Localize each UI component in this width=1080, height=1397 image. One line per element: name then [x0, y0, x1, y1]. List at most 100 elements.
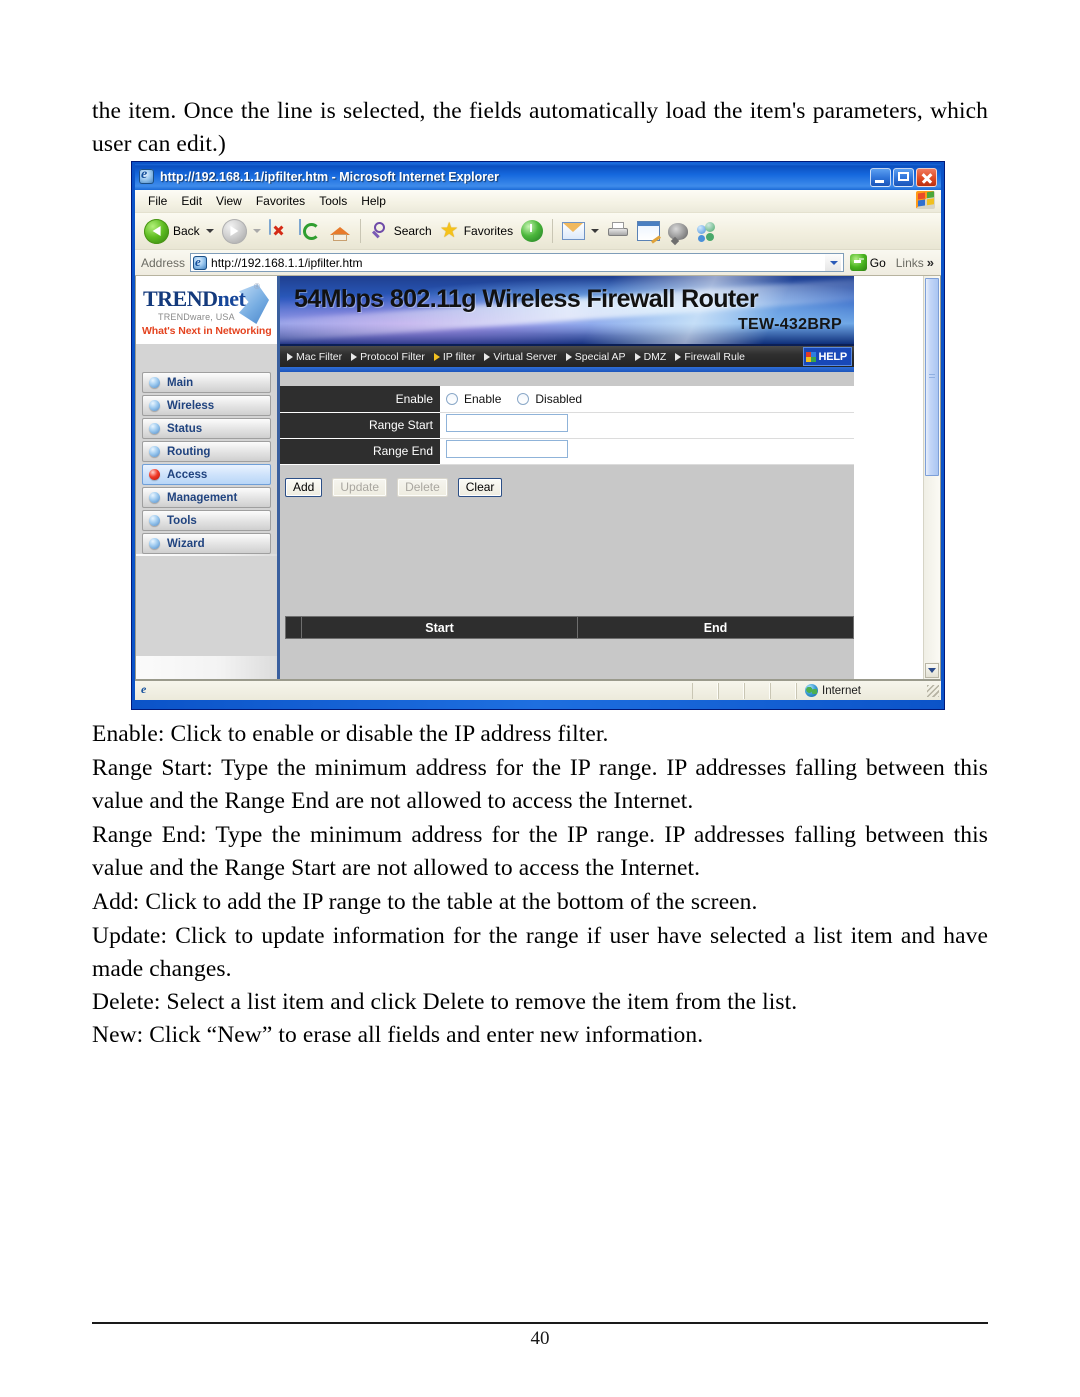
range-start-input[interactable]	[446, 413, 568, 432]
resize-grip[interactable]	[927, 684, 939, 697]
discuss-icon	[668, 222, 689, 240]
clear-button[interactable]: Clear	[457, 478, 503, 497]
forward-icon	[221, 218, 247, 244]
forward-dropdown-icon	[252, 229, 261, 233]
nav-item-dmz[interactable]: DMZ	[634, 351, 666, 363]
address-label: Address	[141, 255, 186, 270]
radio-disabled[interactable]	[517, 392, 530, 405]
discuss-button[interactable]	[664, 221, 692, 242]
stop-button[interactable]	[265, 218, 295, 244]
paragraph-new: New: Click “New” to erase all fields and…	[92, 1022, 704, 1048]
edit-icon	[637, 221, 661, 241]
status-segment	[770, 682, 796, 699]
toolbar-divider	[359, 219, 361, 243]
sidebar-item-label: Routing	[167, 445, 211, 458]
menu-item-file[interactable]: File	[141, 192, 174, 210]
nav-item-special-ap[interactable]: Special AP	[565, 351, 626, 363]
back-icon	[144, 218, 169, 244]
messenger-button[interactable]	[692, 220, 721, 243]
brand-tagline: What's Next in Networking	[142, 325, 272, 337]
window-title: http://192.168.1.1/ipfilter.htm - Micros…	[160, 170, 499, 184]
router-right-column: 54Mbps 802.11g Wireless Firewall Router …	[280, 276, 854, 679]
search-label: Search	[393, 224, 432, 238]
address-bar: Address http://192.168.1.1/ipfilter.htm …	[135, 250, 941, 276]
help-button[interactable]: HELP	[803, 347, 852, 366]
nav-item-label: Virtual Server	[493, 350, 557, 363]
bullet-icon	[149, 400, 160, 411]
security-zone[interactable]: Internet	[796, 682, 924, 699]
search-button[interactable]: Search	[366, 219, 436, 243]
bullet-icon	[149, 446, 160, 457]
stop-icon	[268, 219, 291, 242]
paragraph-range-start: Range Start: Type the minimum address fo…	[92, 755, 988, 814]
address-input[interactable]: http://192.168.1.1/ipfilter.htm	[190, 253, 844, 272]
menu-item-edit[interactable]: Edit	[174, 192, 209, 210]
add-button[interactable]: Add	[285, 478, 323, 497]
refresh-button[interactable]	[295, 218, 325, 244]
vertical-scrollbar[interactable]	[923, 276, 940, 679]
menu-bar: File Edit View Favorites Tools Help	[135, 190, 941, 213]
scroll-down-button[interactable]	[925, 663, 939, 678]
nav-item-protocol-filter[interactable]: Protocol Filter	[351, 351, 425, 363]
sidebar-item-wizard[interactable]: Wizard	[142, 533, 271, 554]
sidebar-filler	[136, 556, 277, 656]
windows-flag-icon	[916, 191, 935, 209]
history-icon	[521, 220, 544, 242]
sidebar-item-status[interactable]: Status	[142, 418, 271, 439]
page-number: 40	[530, 1328, 550, 1349]
sidebar-item-wireless[interactable]: Wireless	[142, 395, 271, 416]
bullet-icon	[149, 377, 160, 388]
history-button[interactable]	[517, 218, 547, 244]
sidebar-item-routing[interactable]: Routing	[142, 441, 271, 462]
sidebar-item-main[interactable]: Main	[142, 372, 271, 393]
menu-item-view[interactable]: View	[209, 192, 249, 210]
enable-value: Enable Disabled	[440, 386, 854, 413]
edit-button[interactable]	[633, 219, 664, 243]
back-dropdown-icon[interactable]	[205, 229, 214, 233]
menu-item-help[interactable]: Help	[354, 192, 393, 210]
mail-button[interactable]	[558, 220, 603, 242]
menu-item-favorites[interactable]: Favorites	[249, 192, 312, 210]
range-end-input[interactable]	[446, 439, 568, 458]
router-content: Enable Enable Disabled Range Start Range…	[280, 372, 854, 679]
nav-item-mac-filter[interactable]: Mac Filter	[287, 351, 342, 363]
sidebar-item-management[interactable]: Management	[142, 487, 271, 508]
scrollbar-thumb[interactable]	[925, 278, 939, 476]
radio-enable[interactable]	[446, 392, 458, 405]
forward-button[interactable]	[218, 217, 265, 246]
nav-item-virtual-server[interactable]: Virtual Server	[484, 350, 557, 363]
home-button[interactable]	[325, 219, 355, 243]
nav-item-label: Mac Filter	[296, 350, 343, 363]
table-cell-start	[301, 638, 578, 663]
sidebar-item-access[interactable]: Access	[142, 464, 271, 485]
back-button[interactable]: Back	[140, 217, 218, 246]
menu-item-tools[interactable]: Tools	[312, 192, 354, 210]
help-label: HELP	[818, 350, 847, 363]
table-header-select	[285, 616, 302, 639]
nav-item-firewall-rule[interactable]: Firewall Rule	[675, 351, 745, 363]
sidebar-item-label: Main	[167, 376, 194, 389]
links-button[interactable]: Links »	[896, 255, 934, 270]
status-segment	[718, 682, 744, 699]
minimize-button[interactable]	[870, 167, 891, 187]
go-button[interactable]: Go	[849, 254, 886, 271]
sidebar-item-tools[interactable]: Tools	[142, 510, 271, 531]
close-button[interactable]	[916, 167, 937, 187]
bullet-icon-active	[149, 469, 160, 480]
favorites-button[interactable]: Favorites	[436, 218, 517, 243]
sidebar-item-label: Wizard	[167, 537, 205, 550]
brand-logo: TRENDnet ® TRENDware, USA What's Next in…	[136, 276, 277, 344]
address-value: http://192.168.1.1/ipfilter.htm	[211, 255, 363, 270]
sidebar-item-label: Tools	[167, 514, 197, 527]
paragraph-delete: Delete: Select a list item and click Del…	[92, 989, 798, 1015]
status-segment	[744, 682, 770, 699]
zone-label: Internet	[822, 684, 861, 697]
nav-item-ip-filter[interactable]: IP filter	[433, 351, 475, 363]
toolbar-divider-2	[552, 219, 554, 243]
maximize-button[interactable]	[893, 167, 914, 187]
mail-dropdown-icon[interactable]	[591, 229, 600, 233]
address-dropdown-icon[interactable]	[824, 254, 841, 271]
router-left-column: TRENDnet ® TRENDware, USA What's Next in…	[136, 276, 280, 679]
print-button[interactable]	[603, 220, 633, 242]
content-spacer	[280, 502, 854, 616]
